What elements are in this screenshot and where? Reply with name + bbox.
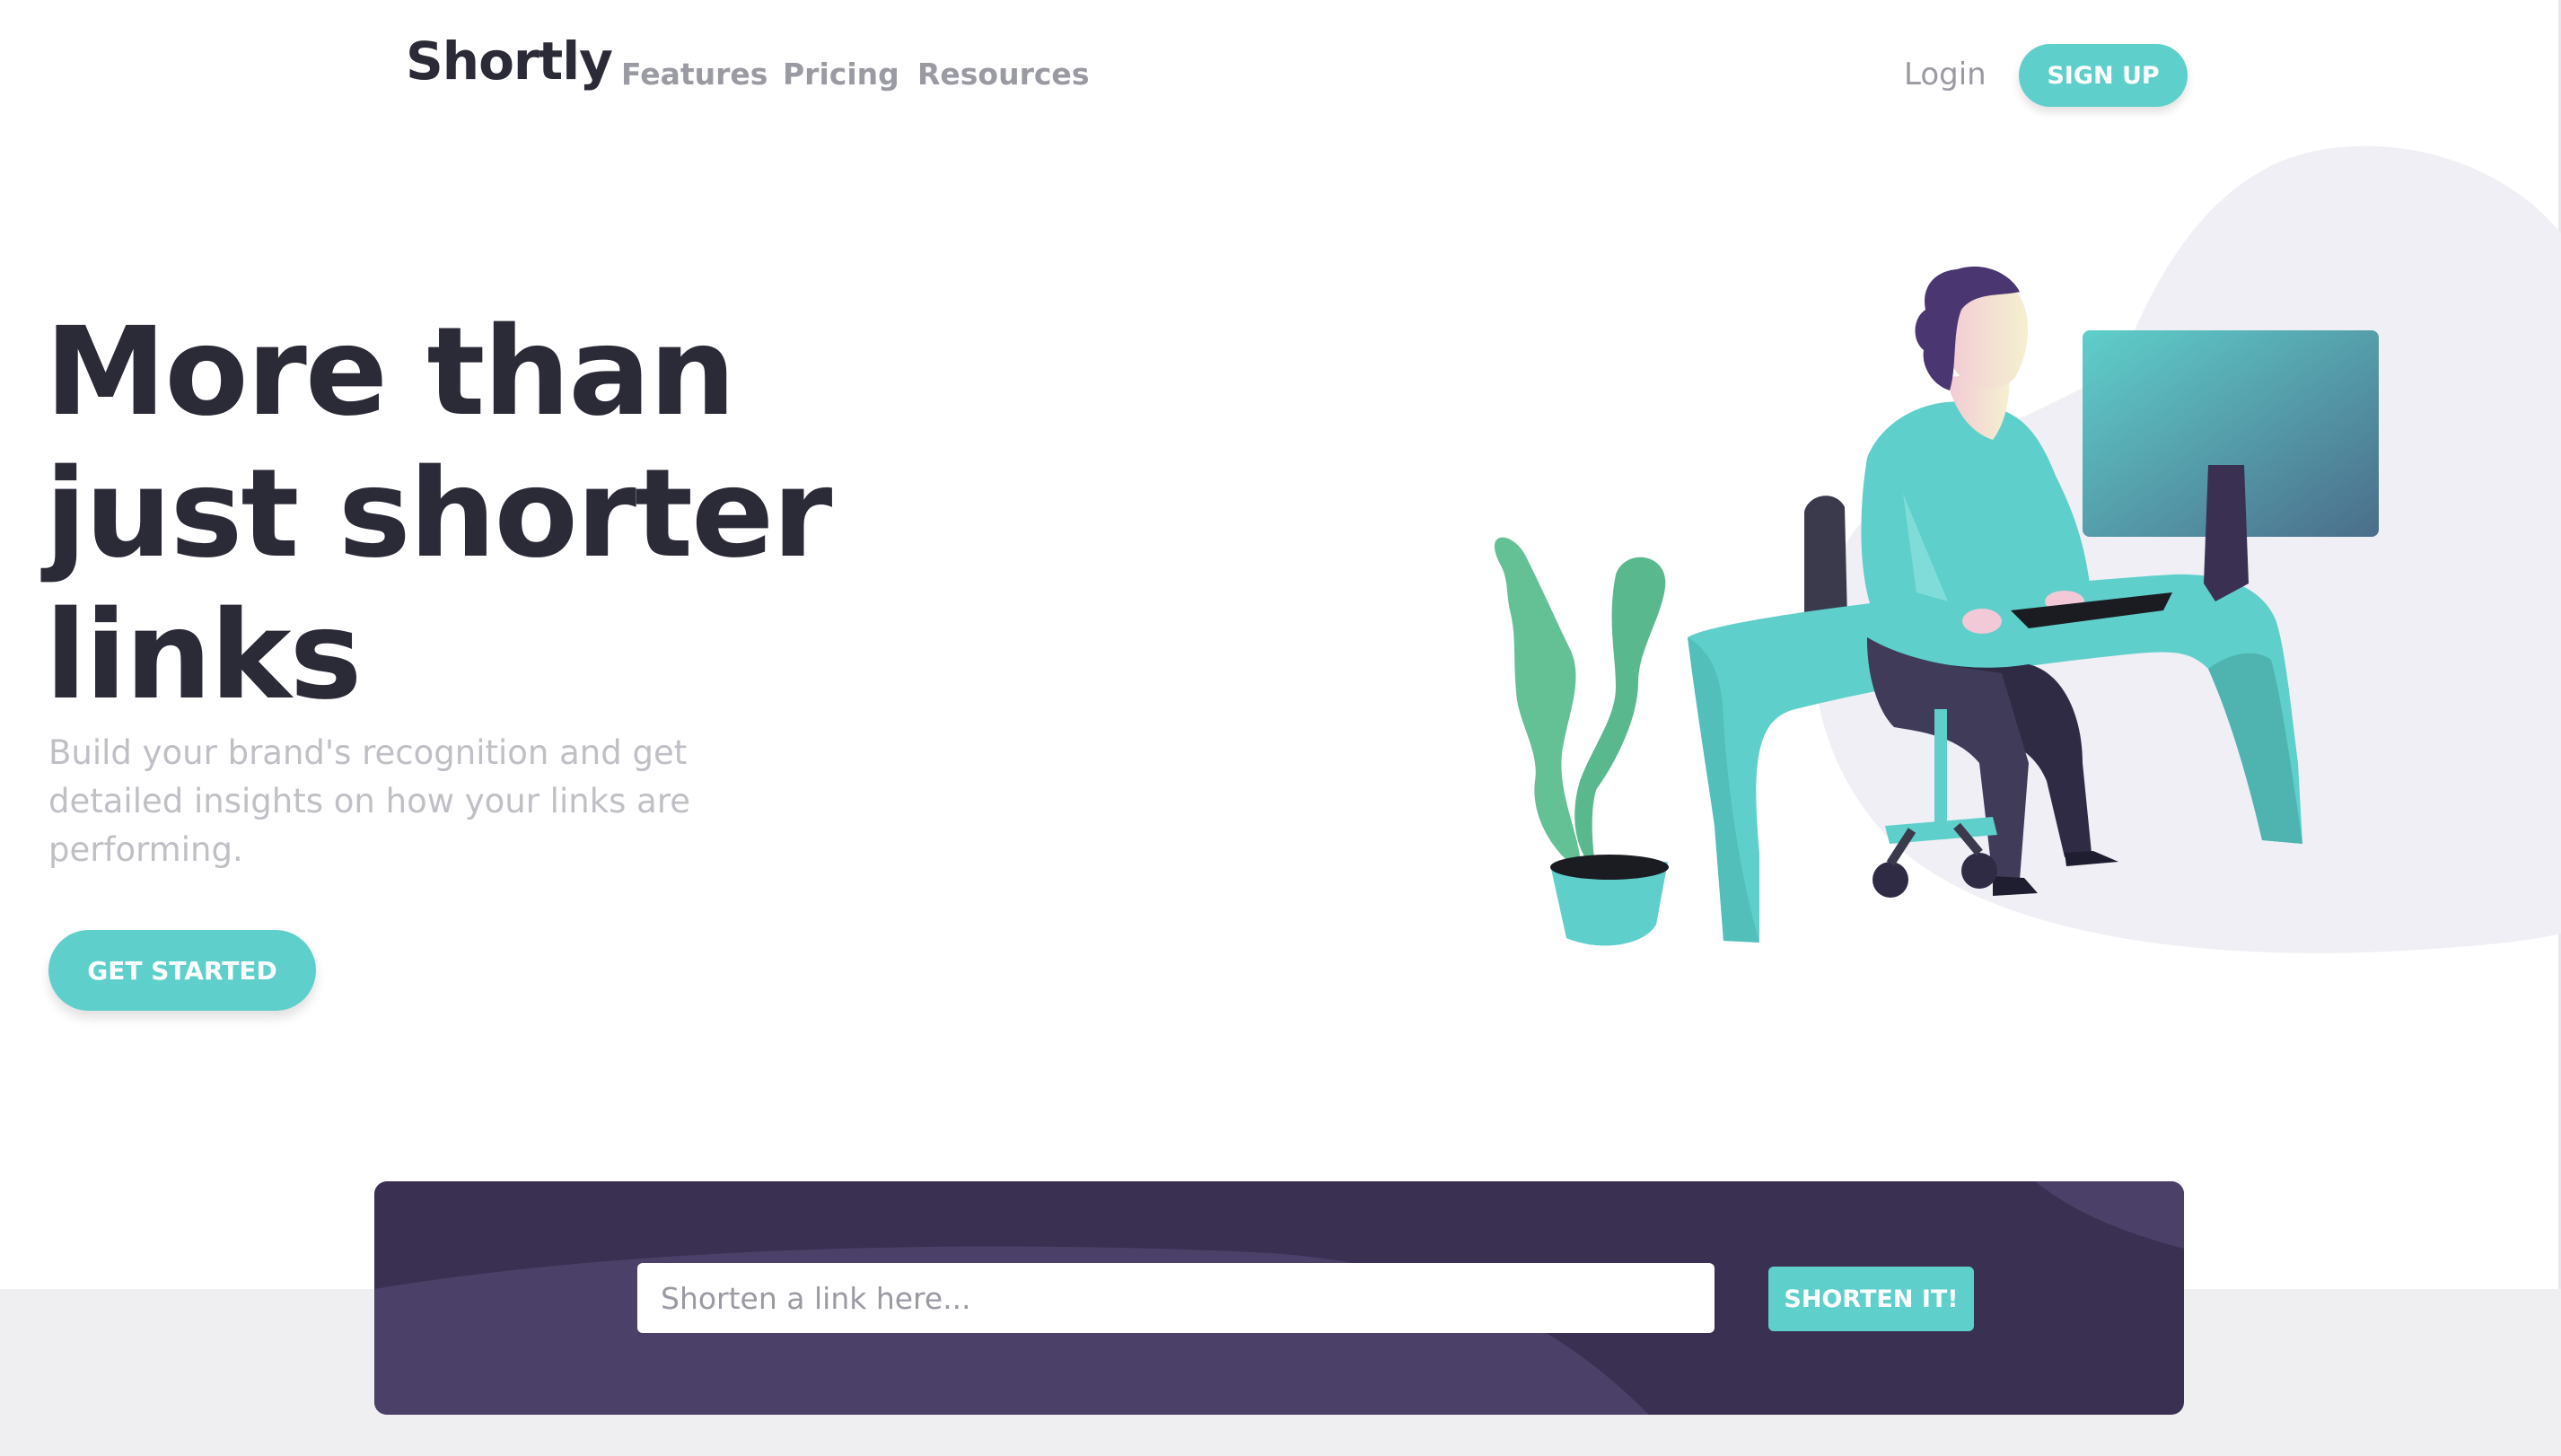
nav-link-features[interactable]: Features — [621, 57, 767, 92]
nav-link-pricing[interactable]: Pricing — [783, 57, 899, 92]
nav-link-resources[interactable]: Resources — [917, 57, 1089, 92]
login-link[interactable]: Login — [1904, 57, 1987, 92]
logo[interactable]: Shortly — [406, 31, 613, 92]
shorten-link-input[interactable] — [637, 1263, 1715, 1333]
person-working-illustration — [1494, 145, 2561, 953]
hero-subtitle: Build your brand's recognition and get d… — [48, 733, 690, 869]
get-started-button[interactable]: GET STARTED — [48, 930, 316, 1011]
hero-title: More than just shorter links — [45, 302, 832, 727]
shorten-it-button[interactable]: SHORTEN IT! — [1768, 1267, 1974, 1331]
sign-up-button[interactable]: SIGN UP — [2019, 44, 2188, 107]
plant — [1494, 537, 1666, 871]
shorten-panel: SHORTEN IT! — [374, 1181, 2184, 1415]
